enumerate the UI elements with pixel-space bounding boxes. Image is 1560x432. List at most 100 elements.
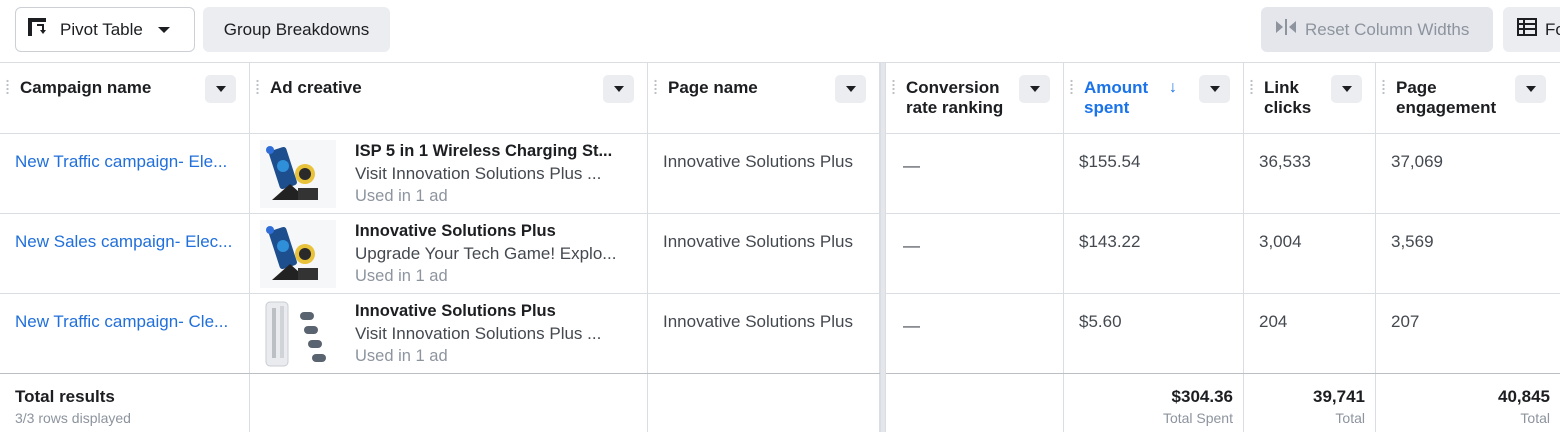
ad-creative-cell: Innovative Solutions Plus Visit Innovati… — [250, 294, 648, 374]
ad-text: Visit Innovation Solutions Plus ... — [355, 324, 602, 343]
wireless-charger-thumbnail[interactable] — [260, 140, 336, 208]
page-name-cell: Innovative Solutions Plus — [648, 134, 880, 214]
column-menu-button[interactable] — [1199, 75, 1230, 103]
amount-cell: $143.22 — [1064, 214, 1244, 294]
header-ad-creative[interactable]: Ad creative — [250, 63, 648, 134]
pivot-label: Pivot Table — [60, 19, 143, 39]
column-menu-button[interactable] — [1331, 75, 1362, 103]
header-label-line: clicks — [1264, 98, 1312, 117]
group-breakdowns-button[interactable]: Group Breakdowns — [203, 7, 390, 52]
drag-handle-icon[interactable] — [654, 79, 657, 95]
ad-title[interactable]: ISP 5 in 1 Wireless Charging St... — [355, 142, 612, 161]
ad-text: Visit Innovation Solutions Plus ... — [355, 164, 602, 183]
sort-descending-icon[interactable]: ↓ — [1169, 79, 1177, 97]
cleaning-device-thumbnail[interactable] — [260, 300, 336, 368]
header-page-name[interactable]: Page name — [648, 63, 880, 134]
amount-cell: $5.60 — [1064, 294, 1244, 374]
link-clicks-value: 204 — [1259, 312, 1288, 331]
total-engagement-label: Total — [1520, 410, 1550, 426]
header-label: Page engagement — [1396, 78, 1496, 118]
total-engagement-cell: 40,845 Total — [1376, 374, 1560, 432]
header-campaign-name[interactable]: Campaign name — [0, 63, 250, 134]
column-menu-button[interactable] — [1515, 75, 1546, 103]
campaign-link[interactable]: New Traffic campaign- Cle... — [15, 312, 228, 332]
link-clicks-value: 3,004 — [1259, 232, 1302, 251]
header-amount-spent[interactable]: Amount spent ↓ — [1064, 63, 1244, 134]
column-menu-button[interactable] — [603, 75, 634, 103]
table-row[interactable]: New Sales campaign- Elec... Innovative S… — [0, 214, 1560, 294]
conversion-cell: — — [886, 134, 1064, 214]
header-page-engagement[interactable]: Page engagement — [1376, 63, 1560, 134]
column-menu-button[interactable] — [1019, 75, 1050, 103]
frozen-column-divider[interactable] — [880, 63, 886, 432]
chevron-down-icon — [845, 86, 856, 92]
campaign-link[interactable]: New Sales campaign- Elec... — [15, 232, 232, 252]
ad-creative-cell: Innovative Solutions Plus Upgrade Your T… — [250, 214, 648, 294]
header-conversion-rate-ranking[interactable]: Conversion rate ranking — [886, 63, 1064, 134]
amount-value: $143.22 — [1079, 232, 1141, 251]
group-breakdowns-label: Group Breakdowns — [223, 19, 370, 39]
header-label: Conversion rate ranking — [906, 78, 1003, 118]
conversion-value: — — [903, 156, 920, 175]
drag-handle-icon[interactable] — [1070, 79, 1073, 95]
link-clicks-value: 36,533 — [1259, 152, 1311, 171]
table-row[interactable]: New Traffic campaign- Ele... ISP 5 in 1 … — [0, 134, 1560, 214]
amount-cell: $155.54 — [1064, 134, 1244, 214]
ad-usage: Used in 1 ad — [355, 267, 448, 285]
format-button[interactable]: Fo — [1503, 7, 1560, 52]
campaign-cell: New Sales campaign- Elec... — [0, 214, 250, 294]
header-label-line: engagement — [1396, 98, 1497, 117]
chevron-down-icon — [1209, 86, 1220, 92]
header-label-line: spent — [1084, 98, 1130, 117]
drag-handle-icon[interactable] — [256, 79, 259, 95]
chevron-down-icon — [1341, 86, 1352, 92]
engagement-value: 207 — [1391, 312, 1420, 331]
ad-title[interactable]: Innovative Solutions Plus — [355, 222, 556, 241]
header-label-line: Page — [1396, 78, 1437, 97]
total-empty-cell — [648, 374, 880, 432]
reset-column-widths-button[interactable]: Reset Column Widths — [1261, 7, 1493, 52]
engagement-value: 3,569 — [1391, 232, 1434, 251]
toolbar: Pivot Table Group Breakdowns Reset Colum… — [0, 0, 1560, 62]
header-label: Campaign name — [20, 78, 152, 97]
total-link-clicks-value: 39,741 — [1313, 387, 1365, 406]
page-name-cell: Innovative Solutions Plus — [648, 294, 880, 374]
page-name: Innovative Solutions Plus — [663, 232, 853, 251]
drag-handle-icon[interactable] — [1382, 79, 1385, 95]
engagement-value: 37,069 — [1391, 152, 1443, 171]
total-empty-cell — [250, 374, 648, 432]
ad-title[interactable]: Innovative Solutions Plus — [355, 302, 556, 321]
total-results-label: Total results — [15, 387, 115, 406]
total-engagement-value: 40,845 — [1498, 387, 1550, 406]
chevron-down-icon — [1525, 86, 1536, 92]
link-clicks-cell: 204 — [1244, 294, 1376, 374]
header-link-clicks[interactable]: Link clicks — [1244, 63, 1376, 134]
campaign-link[interactable]: New Traffic campaign- Ele... — [15, 152, 227, 172]
drag-handle-icon[interactable] — [6, 79, 9, 95]
conversion-value: — — [903, 316, 920, 335]
link-clicks-cell: 36,533 — [1244, 134, 1376, 214]
chevron-down-icon — [613, 86, 624, 92]
total-amount-value: $304.36 — [1171, 387, 1233, 406]
engagement-cell: 207 — [1376, 294, 1560, 374]
column-menu-button[interactable] — [835, 75, 866, 103]
campaign-cell: New Traffic campaign- Cle... — [0, 294, 250, 374]
link-clicks-cell: 3,004 — [1244, 214, 1376, 294]
column-menu-button[interactable] — [205, 75, 236, 103]
conversion-cell: — — [886, 294, 1064, 374]
ad-text: Upgrade Your Tech Game! Explo... — [355, 244, 617, 263]
chevron-down-icon — [215, 86, 226, 92]
drag-handle-icon[interactable] — [1250, 79, 1253, 95]
header-label: Link clicks — [1264, 78, 1311, 118]
pivot-table-button[interactable]: Pivot Table — [15, 7, 195, 52]
format-label: Fo — [1545, 19, 1560, 39]
total-title-cell: Total results 3/3 rows displayed — [0, 374, 250, 432]
drag-handle-icon[interactable] — [892, 79, 895, 95]
ad-creative-cell: ISP 5 in 1 Wireless Charging St... Visit… — [250, 134, 648, 214]
rows-displayed-label: 3/3 rows displayed — [15, 410, 131, 426]
header-label: Amount spent — [1084, 78, 1148, 118]
chevron-down-icon — [157, 20, 171, 40]
chevron-down-icon — [1029, 86, 1040, 92]
table-row[interactable]: New Traffic campaign- Cle... Innovative … — [0, 294, 1560, 374]
wireless-charger-thumbnail[interactable] — [260, 220, 336, 288]
